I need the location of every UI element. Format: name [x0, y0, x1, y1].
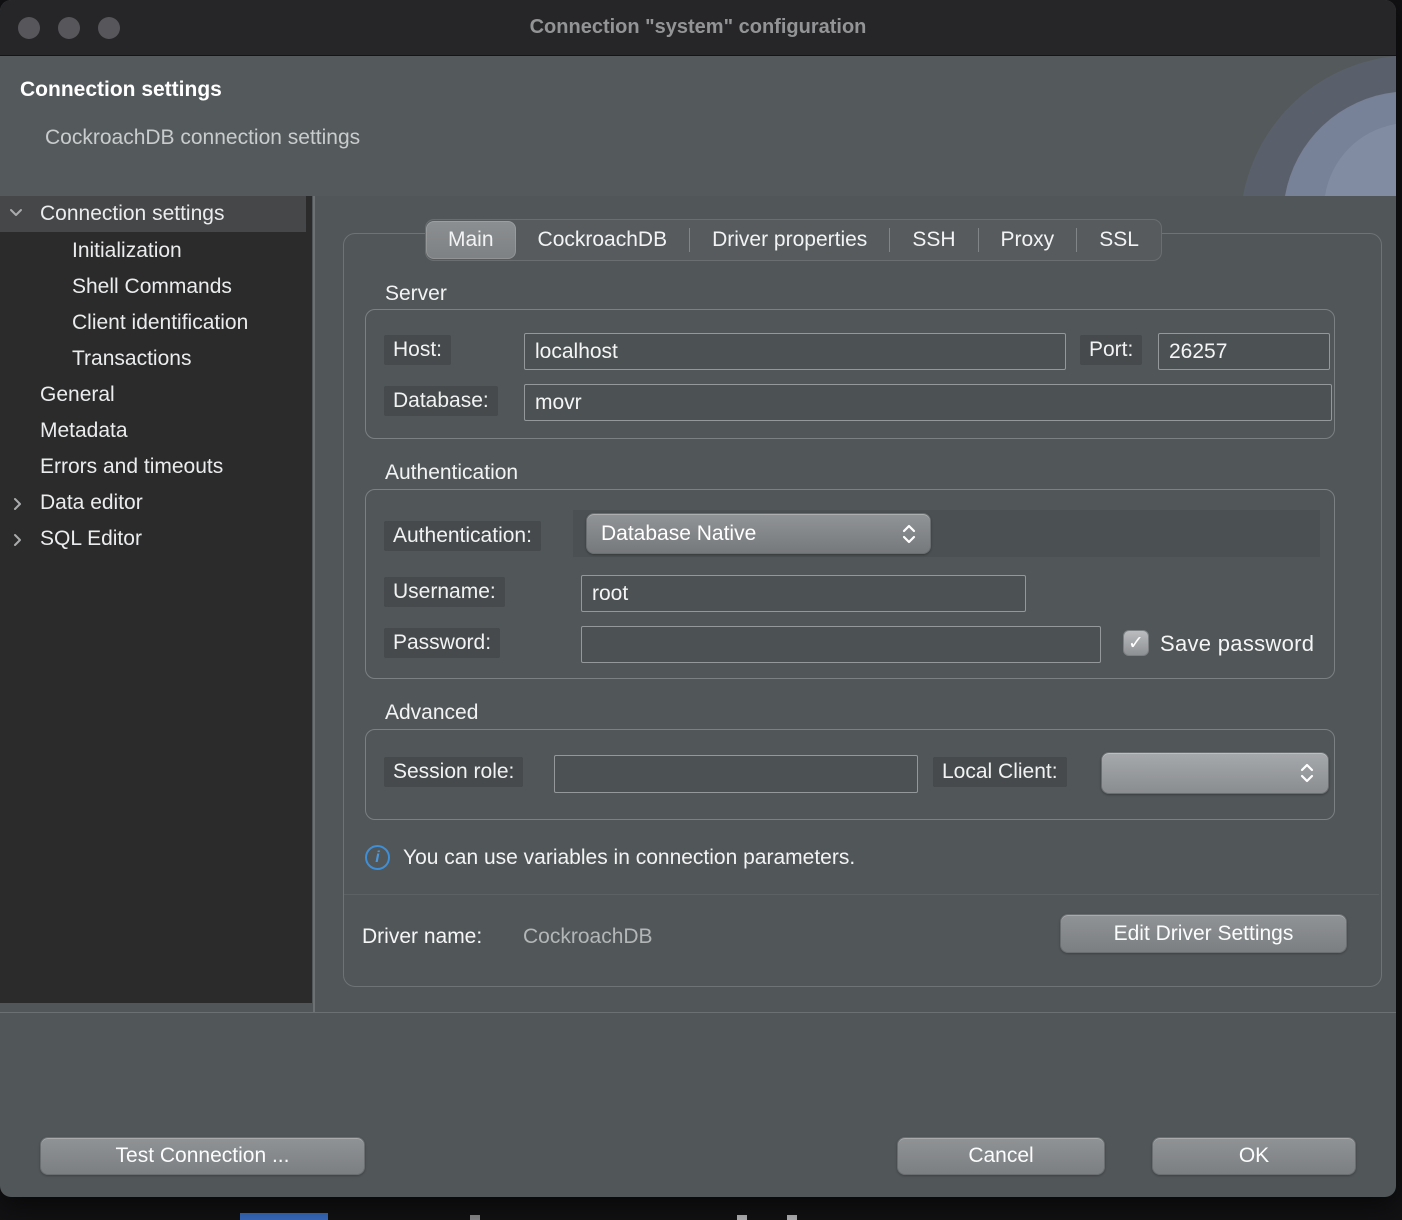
zoom-window-button[interactable]	[98, 17, 120, 39]
sidebar-item-label: Shell Commands	[72, 269, 232, 305]
chevron-right-icon	[12, 496, 24, 512]
authentication-selected-value: Database Native	[601, 522, 902, 546]
database-label: Database:	[384, 386, 498, 416]
sidebar-item-connection-settings[interactable]: Connection settings	[0, 196, 306, 232]
close-window-button[interactable]	[18, 17, 40, 39]
save-password-checkbox[interactable]: ✓	[1123, 630, 1149, 656]
updown-chevrons-icon	[902, 522, 916, 546]
local-client-select[interactable]	[1101, 752, 1329, 794]
sidebar-item-label: Connection settings	[40, 196, 224, 232]
connection-configuration-dialog: Connection "system" configuration Connec…	[0, 0, 1396, 1197]
desktop-background-artifact	[737, 1215, 747, 1220]
sidebar-item-label: Transactions	[72, 341, 191, 377]
authentication-select[interactable]: Database Native	[586, 513, 931, 554]
host-input[interactable]	[524, 333, 1066, 370]
tab-proxy[interactable]: Proxy	[979, 221, 1077, 259]
authentication-label: Authentication:	[384, 521, 541, 551]
sidebar-item-sql-editor[interactable]: SQL Editor	[0, 521, 306, 557]
sidebar-item-label: General	[40, 377, 115, 413]
sidebar-item-initialization[interactable]: Initialization	[0, 233, 306, 269]
sidebar-resize-sash[interactable]	[313, 196, 315, 1013]
settings-tree-sidebar: Connection settings Initialization Shell…	[0, 196, 312, 1003]
tab-driver-properties[interactable]: Driver properties	[690, 221, 889, 259]
info-text: You can use variables in connection para…	[403, 846, 855, 870]
page-subtitle: CockroachDB connection settings	[45, 126, 360, 150]
port-input[interactable]	[1158, 333, 1330, 370]
session-role-label: Session role:	[384, 757, 523, 787]
port-label: Port:	[1080, 335, 1142, 365]
driver-name-value: CockroachDB	[523, 925, 653, 949]
save-password-label: Save password	[1160, 631, 1314, 657]
database-input[interactable]	[524, 384, 1332, 421]
tab-ssl[interactable]: SSL	[1077, 221, 1161, 259]
server-group-title: Server	[385, 282, 447, 306]
tab-cockroachdb[interactable]: CockroachDB	[516, 221, 690, 259]
chevron-down-icon	[8, 207, 24, 219]
sidebar-item-general[interactable]: General	[0, 377, 306, 413]
advanced-group: Session role: Local Client:	[365, 729, 1335, 820]
edit-driver-settings-button[interactable]: Edit Driver Settings	[1060, 914, 1347, 953]
checkmark-icon: ✓	[1128, 634, 1144, 653]
username-input[interactable]	[581, 575, 1026, 612]
sidebar-item-transactions[interactable]: Transactions	[0, 341, 306, 377]
sidebar-item-errors-and-timeouts[interactable]: Errors and timeouts	[0, 449, 306, 485]
info-icon: i	[365, 845, 390, 870]
wizard-header: Connection settings CockroachDB connecti…	[0, 56, 1396, 196]
local-client-label: Local Client:	[933, 757, 1067, 787]
desktop-background-artifact	[470, 1215, 480, 1220]
sidebar-item-label: Errors and timeouts	[40, 449, 223, 485]
desktop-background-artifact	[240, 1213, 328, 1220]
page-title: Connection settings	[20, 78, 222, 102]
username-label: Username:	[384, 577, 505, 607]
tab-main[interactable]: Main	[426, 221, 516, 259]
connection-tabbar: Main CockroachDB Driver properties SSH P…	[425, 219, 1162, 261]
sidebar-item-data-editor[interactable]: Data editor	[0, 485, 306, 521]
sidebar-item-shell-commands[interactable]: Shell Commands	[0, 269, 306, 305]
test-connection-button[interactable]: Test Connection ...	[40, 1137, 365, 1175]
footer-divider	[0, 1012, 1396, 1013]
authentication-group: Authentication: Database Native Username…	[365, 489, 1335, 679]
chevron-right-icon	[12, 532, 24, 548]
session-role-input[interactable]	[554, 755, 918, 793]
server-group: Host: Port: Database:	[365, 309, 1335, 439]
titlebar: Connection "system" configuration	[0, 0, 1396, 56]
sidebar-item-label: SQL Editor	[40, 521, 142, 557]
driver-section-divider	[344, 894, 1379, 895]
updown-chevrons-icon	[1300, 761, 1314, 785]
advanced-group-title: Advanced	[385, 701, 478, 725]
cancel-button[interactable]: Cancel	[897, 1137, 1105, 1175]
ok-button[interactable]: OK	[1152, 1137, 1356, 1175]
sidebar-item-client-identification[interactable]: Client identification	[0, 305, 306, 341]
header-swoosh-decoration	[1221, 56, 1396, 196]
window-title: Connection "system" configuration	[0, 0, 1396, 55]
sidebar-item-label: Client identification	[72, 305, 248, 341]
authentication-group-title: Authentication	[385, 461, 518, 485]
desktop-background-artifact	[787, 1215, 797, 1220]
password-input[interactable]	[581, 626, 1101, 663]
sidebar-item-label: Data editor	[40, 485, 143, 521]
host-label: Host:	[384, 335, 451, 365]
password-label: Password:	[384, 628, 500, 658]
sidebar-item-label: Metadata	[40, 413, 128, 449]
driver-name-label: Driver name:	[362, 925, 482, 949]
minimize-window-button[interactable]	[58, 17, 80, 39]
sidebar-item-label: Initialization	[72, 233, 182, 269]
tab-ssh[interactable]: SSH	[890, 221, 977, 259]
sidebar-item-metadata[interactable]: Metadata	[0, 413, 306, 449]
